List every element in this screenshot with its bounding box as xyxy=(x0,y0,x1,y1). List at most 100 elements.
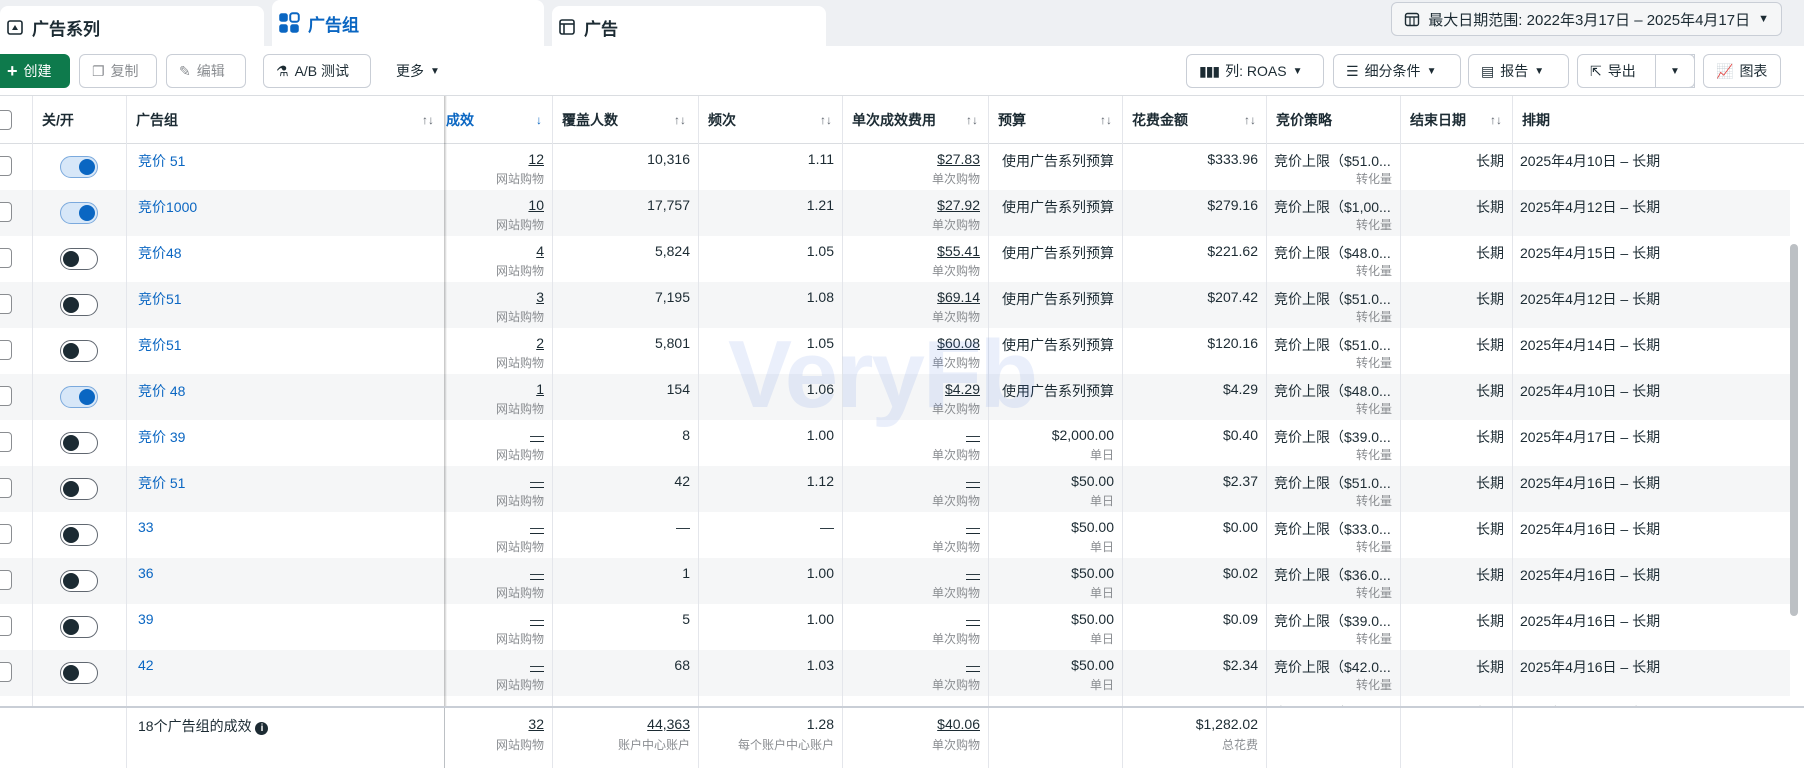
summary-reach-value[interactable]: 44,363 xyxy=(647,716,690,732)
select-all-checkbox[interactable] xyxy=(0,110,12,130)
export-options-button[interactable]: ▼ xyxy=(1655,54,1695,88)
cell-results-value[interactable]: — xyxy=(530,427,544,443)
col-bid-strategy[interactable]: 竞价策略 xyxy=(1276,96,1400,144)
delivery-toggle[interactable] xyxy=(60,432,98,454)
info-icon[interactable]: i xyxy=(255,722,269,735)
cell-cpr-value[interactable]: — xyxy=(966,611,980,627)
tab-adsets[interactable]: 广告组 xyxy=(272,0,544,46)
delivery-toggle[interactable] xyxy=(60,248,98,270)
summary-results-value[interactable]: 32 xyxy=(528,716,544,732)
delivery-toggle[interactable] xyxy=(60,662,98,684)
adset-name-link[interactable]: 竞价 48 xyxy=(138,381,185,401)
row-checkbox[interactable] xyxy=(0,156,12,176)
col-frequency[interactable]: 频次 ↑↓ xyxy=(708,96,842,144)
adset-name-link[interactable]: 竞价51 xyxy=(138,289,182,309)
delivery-toggle[interactable] xyxy=(60,524,98,546)
summary-cpr-value[interactable]: $40.06 xyxy=(937,716,980,732)
cell-cpr-value[interactable]: — xyxy=(966,473,980,489)
cell-results-value[interactable]: — xyxy=(530,657,544,673)
table-row[interactable]: 39 — 网站购物 5 1.00 — 单次购物 $50.00 单日 $0.09 竞价上限（$39.0… xyxy=(0,604,1790,650)
table-row[interactable]: 竞价48 4 网站购物 5,824 1.05 $55.41 单次购物 使用广告系列预算 $221… xyxy=(0,236,1790,282)
cell-results-value[interactable]: — xyxy=(530,473,544,489)
col-cost-per-result[interactable]: 单次成效费用 ↑↓ xyxy=(852,96,988,144)
col-amount-spent[interactable]: 花费金额 ↑↓ xyxy=(1132,96,1266,144)
charts-button[interactable]: 📈 图表 xyxy=(1703,54,1781,88)
row-checkbox[interactable] xyxy=(0,662,12,682)
cell-results-value[interactable]: 1 xyxy=(536,381,544,397)
adset-name-link[interactable]: 竞价48 xyxy=(138,243,182,263)
table-row[interactable]: 竞价 51 12 网站购物 10,316 1.11 $27.83 单次购物 使用广告系列预算 $… xyxy=(0,144,1790,190)
col-end-date[interactable]: 结束日期 ↑↓ xyxy=(1410,96,1512,144)
cell-results-value[interactable]: — xyxy=(530,519,544,535)
cell-results-value[interactable]: 10 xyxy=(528,197,544,213)
col-budget[interactable]: 预算 ↑↓ xyxy=(998,96,1122,144)
more-button[interactable]: 更多 ▼ xyxy=(384,54,464,88)
cell-cpr-value[interactable]: $55.41 xyxy=(937,243,980,259)
delivery-toggle[interactable] xyxy=(60,294,98,316)
table-row[interactable]: 竞价 51 — 网站购物 42 1.12 — 单次购物 $50.00 单日 $2.37 竞价上限（$… xyxy=(0,466,1790,512)
row-checkbox[interactable] xyxy=(0,386,12,406)
cell-cpr-value[interactable]: $27.92 xyxy=(937,197,980,213)
columns-button[interactable]: ▮▮▮ 列: ROAS ▼ xyxy=(1186,54,1324,88)
cell-cpr-value[interactable]: $69.14 xyxy=(937,289,980,305)
adset-name-link[interactable]: 33 xyxy=(138,519,154,535)
delivery-toggle[interactable] xyxy=(60,616,98,638)
cell-cpr: — 单次购物 xyxy=(842,650,988,696)
adset-name-link[interactable]: 36 xyxy=(138,565,154,581)
delivery-toggle[interactable] xyxy=(60,478,98,500)
cell-results-value[interactable]: 2 xyxy=(536,335,544,351)
cell-results-value[interactable]: — xyxy=(530,611,544,627)
delivery-toggle[interactable] xyxy=(60,386,98,408)
col-schedule[interactable]: 排期 xyxy=(1522,96,1792,144)
cell-cpr-value[interactable]: — xyxy=(966,565,980,581)
breakdown-button[interactable]: ☰ 细分条件 ▼ xyxy=(1333,54,1461,88)
vertical-scrollbar[interactable] xyxy=(1790,244,1798,616)
row-checkbox[interactable] xyxy=(0,570,12,590)
cell-results-value[interactable]: 4 xyxy=(536,243,544,259)
row-checkbox[interactable] xyxy=(0,294,12,314)
adset-name-link[interactable]: 竞价51 xyxy=(138,335,182,355)
sort-icon: ↑↓ xyxy=(422,113,434,127)
adset-name-link[interactable]: 竞价1000 xyxy=(138,197,197,217)
delivery-toggle[interactable] xyxy=(60,202,98,224)
delivery-toggle[interactable] xyxy=(60,156,98,178)
table-row[interactable]: 33 — 网站购物 — — — 单次购物 $50.00 单日 $0.00 竞价上限（$33.0...… xyxy=(0,512,1790,558)
row-checkbox[interactable] xyxy=(0,616,12,636)
adset-name-link[interactable]: 42 xyxy=(138,657,154,673)
cell-results-value[interactable]: — xyxy=(530,565,544,581)
adset-name-link[interactable]: 竞价 39 xyxy=(138,427,185,447)
create-button[interactable]: + 创建 xyxy=(0,54,70,88)
delivery-toggle[interactable] xyxy=(60,340,98,362)
date-range-picker[interactable]: 最大日期范围: 2022年3月17日 – 2025年4月17日 ▼ xyxy=(1391,2,1782,36)
adset-name-link[interactable]: 竞价 51 xyxy=(138,473,185,493)
cell-results-value[interactable]: 3 xyxy=(536,289,544,305)
ab-test-button[interactable]: ⚗ A/B 测试 xyxy=(263,54,371,88)
col-adset[interactable]: 广告组 ↑↓ xyxy=(136,96,444,144)
col-results[interactable]: 成效 ↓ xyxy=(446,96,552,144)
edit-button[interactable]: ✎ 编辑 xyxy=(166,54,246,88)
cell-results-value[interactable]: 12 xyxy=(528,151,544,167)
row-checkbox[interactable] xyxy=(0,524,12,544)
col-reach[interactable]: 覆盖人数 ↑↓ xyxy=(562,96,696,144)
row-checkbox[interactable] xyxy=(0,478,12,498)
table-row[interactable]: 36 — 网站购物 1 1.00 — 单次购物 $50.00 单日 $0.02 竞价上限（$36.0… xyxy=(0,558,1790,604)
cell-cpr-value[interactable]: $27.83 xyxy=(937,151,980,167)
row-checkbox[interactable] xyxy=(0,340,12,360)
tab-ads[interactable]: 广告 xyxy=(552,6,826,48)
reports-button[interactable]: ▤ 报告 ▼ xyxy=(1468,54,1569,88)
adset-name-link[interactable]: 39 xyxy=(138,611,154,627)
adset-name-link[interactable]: 竞价 51 xyxy=(138,151,185,171)
cell-cpr-value[interactable]: — xyxy=(966,657,980,673)
copy-button[interactable]: ❐ 复制 xyxy=(79,54,157,88)
col-results-label: 成效 xyxy=(446,112,474,128)
row-checkbox[interactable] xyxy=(0,248,12,268)
table-row[interactable]: 竞价1000 10 网站购物 17,757 1.21 $27.92 单次购物 使用广告系列预算… xyxy=(0,190,1790,236)
tab-campaigns[interactable]: 广告系列 xyxy=(0,6,264,48)
cell-cpr-value[interactable]: — xyxy=(966,519,980,535)
row-checkbox[interactable] xyxy=(0,202,12,222)
delivery-toggle[interactable] xyxy=(60,570,98,592)
row-checkbox[interactable] xyxy=(0,432,12,452)
table-row[interactable]: 45 1,1151.04 $50.00$10.56竞价上限（$45.0...长期20… xyxy=(0,696,1790,706)
table-row[interactable]: 42 — 网站购物 68 1.03 — 单次购物 $50.00 单日 $2.34 竞价上限（$42.… xyxy=(0,650,1790,696)
cell-spent-value: $0.40 xyxy=(1222,427,1258,443)
